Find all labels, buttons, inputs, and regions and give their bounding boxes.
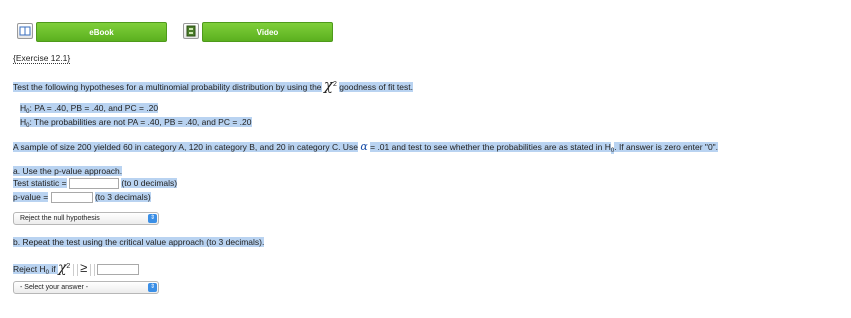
intro-line: Test the following hypotheses for a mult… [13, 75, 413, 94]
relation-symbol: ≥ [80, 259, 88, 275]
intro-text-after: goodness of fit test. [339, 81, 413, 92]
pvalue-label: p-value = [13, 192, 49, 202]
h0-line: H0: PA = .40, PB = .40, and PC = .20 [20, 103, 159, 115]
alternative-hypothesis: H0: The probabilities are not PA = .40, … [20, 117, 252, 132]
pvalue-row: p-value = (to 3 decimals) [13, 192, 151, 204]
chi-square-exponent: 2 [66, 263, 71, 270]
ebook-icon-button[interactable] [17, 23, 33, 39]
pvalue-input[interactable] [50, 192, 93, 204]
intro-text: Test the following hypotheses for a mult… [13, 81, 322, 92]
reject-text: Reject H [13, 263, 46, 274]
sample-line: A sample of size 200 yielded 60 in categ… [13, 140, 719, 157]
divider [72, 263, 78, 276]
test-statistic-input[interactable] [69, 178, 119, 190]
null-hypothesis: H0: PA = .40, PB = .40, and PC = .20 [20, 103, 159, 118]
part-a-select-value: Reject the null hypothesis [20, 215, 100, 222]
ha-text: : The probabilities are not PA = .40, PB… [29, 117, 252, 127]
critical-value-input[interactable] [96, 264, 139, 276]
test-statistic-hint: (to 0 decimals) [121, 178, 178, 188]
film-icon [186, 25, 196, 37]
sample-text-1: A sample of size 200 yielded 60 in categ… [13, 142, 358, 152]
ebook-button[interactable]: eBook [36, 22, 167, 42]
test-statistic-label: Test statistic = [13, 178, 67, 188]
part-b-select-value: - Select your answer - [20, 284, 89, 291]
reject-if: if [51, 263, 56, 274]
part-a-heading: a. Use the p-value approach. [13, 166, 123, 177]
exercise-label-text: {Exercise 12.1} [13, 53, 71, 64]
ha-line: H0: The probabilities are not PA = .40, … [20, 117, 252, 129]
part-b-heading-text: b. Repeat the test using the critical va… [13, 237, 265, 247]
exercise-label: {Exercise 12.1} [13, 53, 71, 64]
test-statistic-row: Test statistic = (to 0 decimals) [13, 178, 178, 190]
h0-text: : PA = .40, PB = .40, and PC = .20 [29, 103, 159, 113]
reject-sub: 0 [45, 269, 49, 276]
sample-text-3: . If answer is zero enter "0". [614, 142, 719, 152]
divider [89, 263, 95, 276]
video-icon-button[interactable] [183, 23, 199, 39]
chi-exponent: 2 [333, 81, 337, 88]
part-b-heading: b. Repeat the test using the critical va… [13, 237, 265, 248]
part-a-conclusion-select[interactable]: Reject the null hypothesis ⇕ [13, 212, 159, 225]
alpha-symbol: α [360, 140, 368, 153]
part-a-heading-text: a. Use the p-value approach. [13, 166, 123, 176]
video-button[interactable]: Video [202, 22, 333, 42]
chevron-down-icon: ⇕ [148, 283, 157, 292]
reject-label: Reject H0 if [13, 263, 58, 276]
pvalue-hint: (to 3 decimals) [94, 192, 151, 202]
reject-row: Reject H0 if χ2 ≥ [13, 261, 139, 279]
part-b-conclusion-select[interactable]: - Select your answer - ⇕ [13, 281, 159, 294]
book-icon [19, 26, 31, 36]
chi-symbol: χ [323, 75, 333, 94]
sample-text-2: = .01 and test to see whether the probab… [370, 142, 611, 152]
chevron-down-icon: ⇕ [148, 214, 157, 223]
